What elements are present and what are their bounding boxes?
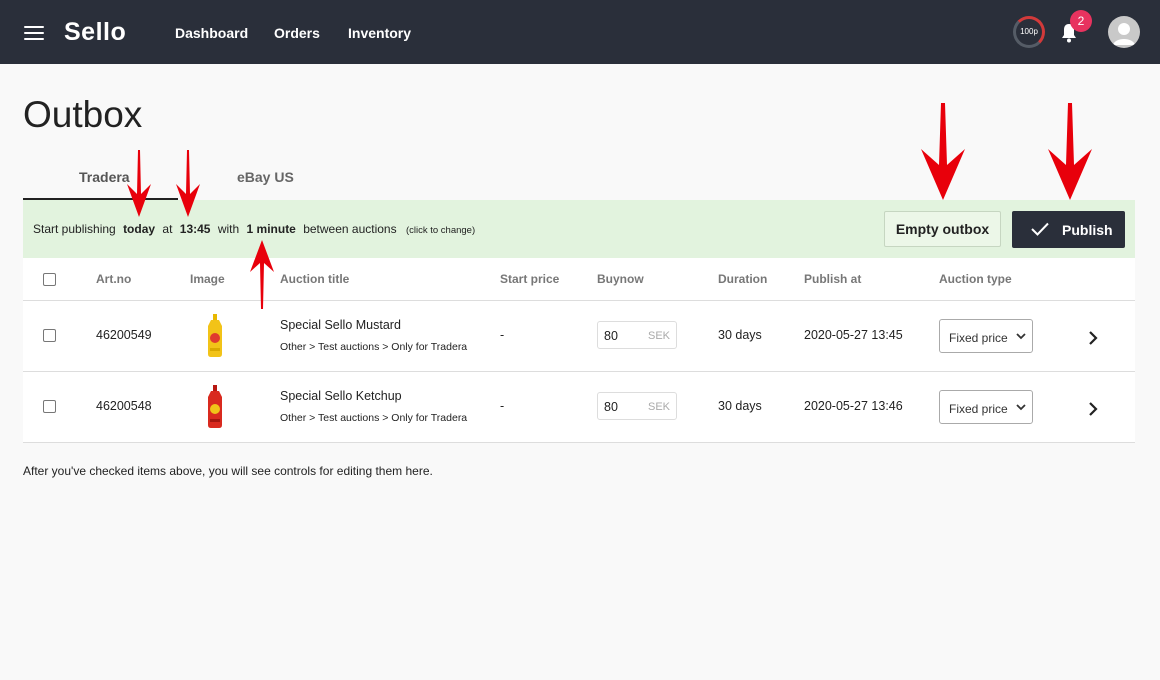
annotation-arrow-down: [1048, 103, 1092, 200]
publish-at: 2020-05-27 13:46: [804, 399, 903, 413]
chevron-down-icon: [1016, 404, 1026, 411]
chevron-right-icon[interactable]: [1087, 331, 1099, 345]
column-header-auction-title: Auction title: [280, 272, 350, 286]
publish-start-label: Start publishing: [33, 222, 116, 236]
select-all-checkbox[interactable]: [43, 273, 56, 286]
column-header-buynow: Buynow: [597, 272, 644, 286]
mustard-bottle-image: [208, 314, 222, 357]
nav-dashboard[interactable]: Dashboard: [175, 25, 248, 41]
credits-label: 100p: [1020, 27, 1038, 36]
annotation-arrow-down: [176, 150, 200, 217]
empty-outbox-button[interactable]: Empty outbox: [884, 211, 1001, 247]
buynow-value: 80: [604, 400, 618, 414]
currency-label: SEK: [647, 401, 670, 413]
start-price: -: [500, 399, 505, 413]
start-price: -: [500, 328, 505, 342]
auction-category: Other > Test auctions > Only for Tradera: [280, 341, 468, 353]
buynow-price-input[interactable]: 80 SEK: [597, 321, 677, 349]
publish-time[interactable]: 13:45: [180, 222, 211, 236]
column-header-duration: Duration: [718, 272, 768, 286]
column-header-art-no: Art.no: [96, 272, 132, 286]
auction-type-select[interactable]: Fixed price: [939, 319, 1033, 353]
auction-type-value: Fixed price: [949, 331, 1008, 345]
hamburger-menu-icon[interactable]: [24, 26, 44, 40]
publish-button-label: Publish: [1062, 222, 1113, 238]
publish-with-label: with: [217, 222, 240, 236]
row-divider: [23, 371, 1135, 372]
ketchup-bottle-image: [208, 385, 222, 428]
page-title: Outbox: [23, 94, 143, 135]
nav-orders[interactable]: Orders: [274, 25, 320, 41]
checkmark-icon: [1031, 222, 1049, 236]
row-divider: [23, 442, 1135, 443]
publish-interval[interactable]: 1 minute: [247, 222, 296, 236]
chevron-right-icon[interactable]: [1087, 402, 1099, 416]
row-checkbox[interactable]: [43, 400, 56, 413]
editing-controls-note: After you've checked items above, you wi…: [23, 464, 433, 478]
credits-gauge[interactable]: 100p: [1013, 16, 1045, 48]
publish-day[interactable]: today: [123, 222, 155, 236]
column-header-auction-type: Auction type: [939, 272, 1012, 286]
annotation-arrow-down: [921, 103, 965, 200]
duration: 30 days: [718, 399, 762, 413]
chevron-down-icon: [1016, 333, 1026, 340]
nav-inventory[interactable]: Inventory: [348, 25, 411, 41]
duration: 30 days: [718, 328, 762, 342]
column-header-image: Image: [190, 272, 225, 286]
publish-at: 2020-05-27 13:45: [804, 328, 903, 342]
avatar[interactable]: [1108, 16, 1140, 48]
annotation-arrow-down: [127, 150, 151, 217]
app-logo[interactable]: Sello: [64, 18, 126, 47]
auction-category: Other > Test auctions > Only for Tradera: [280, 412, 468, 424]
click-to-change-hint[interactable]: (click to change): [406, 225, 475, 236]
auction-title[interactable]: Special Sello Ketchup: [280, 389, 402, 403]
user-icon: [1113, 23, 1135, 45]
publish-button[interactable]: Publish: [1012, 211, 1125, 248]
publish-schedule[interactable]: Start publishing today at 13:45 with 1 m…: [33, 222, 475, 236]
publish-at-label: at: [162, 222, 173, 236]
buynow-price-input[interactable]: 80 SEK: [597, 392, 677, 420]
art-no: 46200549: [96, 328, 152, 342]
column-header-publish-at: Publish at: [804, 272, 862, 286]
tab-tradera[interactable]: Tradera: [79, 169, 130, 185]
buynow-value: 80: [604, 329, 618, 343]
row-checkbox[interactable]: [43, 329, 56, 342]
annotation-arrow-up: [250, 240, 274, 309]
notification-badge: 2: [1070, 10, 1092, 32]
publish-between-label: between auctions: [303, 222, 397, 236]
auction-type-select[interactable]: Fixed price: [939, 390, 1033, 424]
top-bar: Sello Dashboard Orders Inventory 100p 2: [0, 0, 1160, 64]
auction-type-value: Fixed price: [949, 402, 1008, 416]
tab-ebay-us[interactable]: eBay US: [237, 169, 294, 185]
art-no: 46200548: [96, 399, 152, 413]
currency-label: SEK: [647, 330, 670, 342]
auction-title[interactable]: Special Sello Mustard: [280, 318, 401, 332]
column-header-start-price: Start price: [500, 272, 560, 286]
outbox-table: Art.no Image Auction title Start price B…: [23, 258, 1135, 443]
header-divider: [23, 300, 1135, 301]
